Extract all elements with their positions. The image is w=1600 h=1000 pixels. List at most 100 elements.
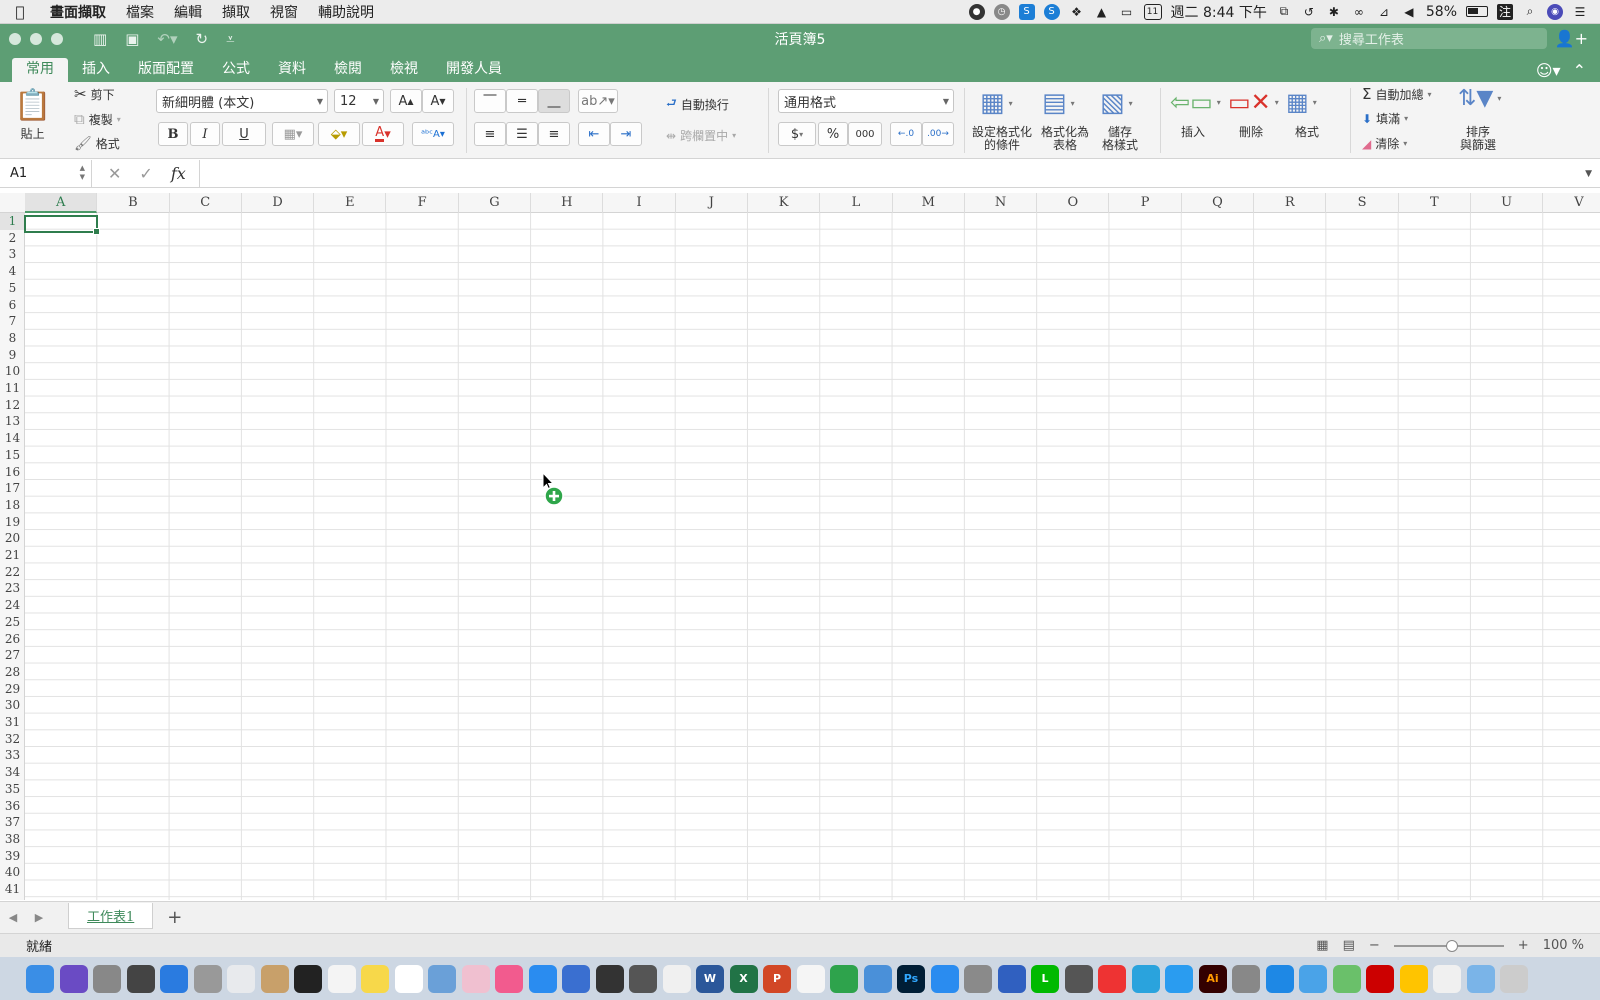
cut-button[interactable]: ✂ 剪下	[74, 85, 115, 103]
airplay-icon[interactable]: ⊿	[1376, 4, 1392, 20]
delete-cells-icon[interactable]: ▭✕ ▾	[1228, 88, 1279, 116]
dock-app-icon[interactable]	[863, 964, 892, 993]
status-skype-icon[interactable]: S	[1043, 3, 1060, 20]
row-header[interactable]: 3	[0, 246, 25, 263]
page-layout-view-icon[interactable]: ▤	[1343, 938, 1355, 953]
dock-app-icon[interactable]	[1500, 964, 1528, 993]
dock-app-icon[interactable]	[528, 964, 557, 993]
decrease-font-icon[interactable]: A ▼	[422, 89, 454, 113]
input-method-icon[interactable]: 注	[1497, 3, 1513, 20]
row-header[interactable]: 36	[0, 798, 25, 815]
zoom-window-button[interactable]	[51, 33, 63, 45]
bold-button[interactable]: B	[158, 122, 188, 146]
row-header[interactable]: 8	[0, 330, 25, 347]
column-header[interactable]: H	[531, 193, 604, 213]
dropbox-icon[interactable]: ❖	[1069, 4, 1085, 20]
align-right-icon[interactable]: ≡	[538, 122, 570, 146]
row-header[interactable]: 15	[0, 447, 25, 464]
dock-app-icon[interactable]	[830, 964, 858, 993]
row-header[interactable]: 29	[0, 681, 25, 698]
link-icon[interactable]: ∞	[1351, 4, 1367, 20]
dock-app-icon[interactable]	[964, 964, 992, 993]
fill-button[interactable]: ⬇ 填滿 ▾	[1362, 110, 1408, 127]
row-header[interactable]: 9	[0, 347, 25, 364]
name-box[interactable]: A1 ▲ ▼	[0, 159, 92, 188]
column-header[interactable]: S	[1326, 193, 1399, 213]
column-header[interactable]: J	[676, 193, 748, 213]
row-header[interactable]: 6	[0, 297, 25, 314]
dock-app-icon[interactable]	[1366, 964, 1394, 993]
phonetic-icon[interactable]: ᵃᵇᶜA▾	[412, 122, 454, 146]
insert-function-button[interactable]: fx	[171, 164, 186, 183]
row-header[interactable]: 38	[0, 831, 25, 848]
comma-button[interactable]: 000	[848, 122, 882, 146]
bluetooth-icon[interactable]: ✱	[1326, 4, 1342, 20]
formula-input[interactable]	[200, 160, 1600, 188]
dock-app-icon[interactable]	[495, 964, 523, 993]
status-clock-icon[interactable]: ◷	[993, 3, 1010, 20]
siri-icon[interactable]: ◉	[1547, 3, 1563, 20]
copy-button[interactable]: ⧉ 複製 ▾	[74, 110, 121, 128]
format-cells-label[interactable]: 格式	[1290, 126, 1324, 139]
align-left-icon[interactable]: ≡	[474, 122, 506, 146]
column-header[interactable]: L	[820, 193, 893, 213]
display-icon[interactable]: ▭	[1119, 4, 1135, 20]
cell-area[interactable]	[25, 213, 1600, 900]
feedback-smiley-icon[interactable]: ☺▾	[1536, 61, 1561, 80]
format-painter-button[interactable]: 🖌 格式	[74, 135, 120, 152]
undo-icon[interactable]: ↶▾	[157, 30, 177, 48]
tab-review[interactable]: 檢閱	[320, 58, 376, 82]
menu-file[interactable]: 檔案	[116, 2, 164, 22]
row-header[interactable]: 27	[0, 647, 25, 664]
dock-app-icon[interactable]	[1098, 964, 1126, 993]
dock-app-icon[interactable]	[662, 964, 691, 993]
confirm-entry-icon[interactable]: ✓	[139, 164, 152, 183]
dock-app-icon[interactable]	[327, 964, 356, 993]
menu-edit[interactable]: 編輯	[164, 2, 212, 22]
dock-app-icon[interactable]	[361, 964, 389, 993]
column-header[interactable]: M	[893, 193, 965, 213]
row-header[interactable]: 16	[0, 464, 25, 481]
share-icon[interactable]: 👤+	[1555, 29, 1588, 48]
row-header[interactable]: 17	[0, 480, 25, 497]
wrap-text-button[interactable]: ⮐ 自動換行	[666, 94, 729, 115]
underline-button[interactable]: U	[222, 122, 266, 146]
dock-app-icon[interactable]	[260, 964, 289, 993]
column-header[interactable]: E	[314, 193, 387, 213]
row-header[interactable]: 11	[0, 380, 25, 397]
dock-app-icon[interactable]: L	[1031, 964, 1059, 993]
column-header[interactable]: N	[965, 193, 1038, 213]
google-drive-icon[interactable]: ▲	[1094, 4, 1110, 20]
row-header[interactable]: 12	[0, 397, 25, 414]
dock-app-icon[interactable]	[1332, 964, 1361, 993]
row-header[interactable]: 1	[0, 213, 25, 230]
row-header[interactable]: 19	[0, 514, 25, 531]
next-sheet-icon[interactable]: ▶	[26, 911, 52, 924]
column-header[interactable]: R	[1254, 193, 1327, 213]
font-color-button[interactable]: A ▾	[362, 122, 404, 146]
autosum-button[interactable]: Σ 自動加總 ▾	[1362, 85, 1432, 103]
row-header[interactable]: 34	[0, 764, 25, 781]
spotlight-search-icon[interactable]: ⌕	[1522, 4, 1538, 20]
dock-app-icon[interactable]	[1232, 964, 1260, 993]
dock-app-icon[interactable]	[1265, 964, 1294, 993]
close-window-button[interactable]	[9, 33, 21, 45]
format-as-table-icon[interactable]: ▤ ▾	[1042, 88, 1075, 118]
zoom-in-button[interactable]: +	[1518, 938, 1529, 953]
row-header[interactable]: 2	[0, 230, 25, 247]
decrease-indent-icon[interactable]: ⇤	[578, 122, 610, 146]
format-as-table-label[interactable]: 格式化為 表格	[1034, 126, 1096, 152]
dock-app-icon[interactable]	[562, 964, 590, 993]
dock-app-icon[interactable]	[1466, 964, 1495, 993]
row-header[interactable]: 24	[0, 597, 25, 614]
normal-view-icon[interactable]: ▦	[1316, 938, 1328, 953]
menu-window[interactable]: 視窗	[260, 2, 308, 22]
row-header[interactable]: 30	[0, 697, 25, 714]
dock-app-icon[interactable]	[59, 964, 88, 993]
column-header[interactable]: T	[1399, 193, 1471, 213]
dock-app-icon[interactable]: P	[763, 964, 791, 993]
column-header[interactable]: A	[25, 193, 98, 213]
dock-app-icon[interactable]	[294, 964, 322, 993]
increase-font-icon[interactable]: A ▲	[390, 89, 422, 113]
tab-developer[interactable]: 開發人員	[432, 58, 516, 82]
